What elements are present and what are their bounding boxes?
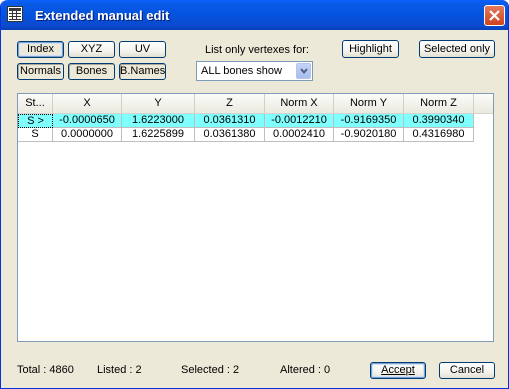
total-count: Total : 4860: [17, 364, 74, 376]
list-header: St... X Y Z Norm X Norm Y Norm Z: [18, 94, 493, 114]
column-header-x[interactable]: X: [53, 94, 122, 113]
norm-z-cell: 0.3990340: [404, 114, 474, 128]
row-status-cell: S >: [18, 114, 53, 128]
dialog-window: Extended manual edit Index XYZ UV Normal…: [0, 0, 509, 389]
altered-count: Altered : 0: [280, 364, 331, 376]
x-cell: -0.0000650: [53, 114, 122, 128]
column-header-y[interactable]: Y: [122, 94, 195, 113]
index-toggle-button[interactable]: Index: [17, 41, 64, 58]
column-header-z[interactable]: Z: [195, 94, 265, 113]
y-cell: 1.6225899: [122, 128, 195, 142]
accept-button[interactable]: Accept: [370, 362, 426, 379]
bones-filter-select[interactable]: ALL bones show: [196, 61, 313, 81]
column-header-status[interactable]: St...: [18, 94, 53, 113]
column-header-norm-z[interactable]: Norm Z: [404, 94, 474, 113]
selected-only-button[interactable]: Selected only: [419, 40, 495, 58]
close-button[interactable]: [484, 5, 505, 26]
vertex-list[interactable]: St... X Y Z Norm X Norm Y Norm Z S > -0.…: [17, 93, 494, 342]
row-status-cell: S: [18, 128, 53, 142]
highlight-button[interactable]: Highlight: [342, 40, 399, 58]
bones-filter-value: ALL bones show: [201, 65, 282, 77]
list-only-label: List only vertexes for:: [205, 44, 309, 56]
bone-names-toggle-button[interactable]: B.Names: [119, 63, 166, 80]
normals-toggle-button[interactable]: Normals: [17, 63, 64, 80]
chevron-down-icon: [300, 68, 308, 74]
selected-count: Selected : 2: [181, 364, 240, 376]
norm-z-cell: 0.4316980: [404, 128, 474, 142]
column-header-norm-x[interactable]: Norm X: [265, 94, 334, 113]
cancel-button[interactable]: Cancel: [439, 362, 495, 379]
column-header-norm-y[interactable]: Norm Y: [334, 94, 404, 113]
y-cell: 1.6223000: [122, 114, 195, 128]
dropdown-arrow-button[interactable]: [296, 63, 311, 79]
norm-x-cell: 0.0002410: [265, 128, 334, 142]
x-cell: 0.0000000: [53, 128, 122, 142]
norm-y-cell: -0.9169350: [334, 114, 404, 128]
xyz-toggle-button[interactable]: XYZ: [68, 41, 115, 58]
z-cell: 0.0361310: [195, 114, 265, 128]
window-title: Extended manual edit: [35, 8, 170, 23]
title-bar[interactable]: Extended manual edit: [1, 0, 508, 30]
grid-table-icon: [7, 6, 23, 22]
close-x-icon: [489, 10, 500, 21]
norm-y-cell: -0.9020180: [334, 128, 404, 142]
bones-toggle-button[interactable]: Bones: [68, 63, 115, 80]
uv-toggle-button[interactable]: UV: [119, 41, 166, 58]
listed-count: Listed : 2: [97, 364, 142, 376]
z-cell: 0.0361380: [195, 128, 265, 142]
norm-x-cell: -0.0012210: [265, 114, 334, 128]
